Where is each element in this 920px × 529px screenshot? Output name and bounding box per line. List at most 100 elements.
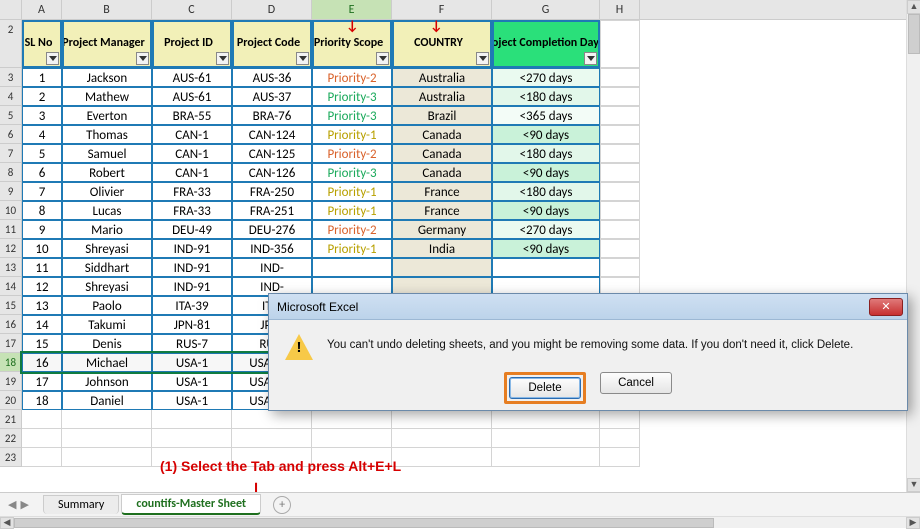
filter-icon[interactable] [216, 52, 229, 65]
scroll-down-icon[interactable]: ▼ [907, 478, 920, 492]
cell-manager[interactable]: Lucas [62, 201, 152, 220]
cell-manager[interactable]: Shreyasi [62, 277, 152, 296]
hdr-manager[interactable]: Project Manager [62, 20, 152, 68]
cell-empty[interactable] [392, 448, 492, 467]
row-header-18[interactable]: 18 [0, 353, 22, 372]
cell-pid[interactable]: USA-1 [152, 353, 232, 372]
scroll-right-icon[interactable]: ▶ [906, 517, 920, 529]
col-header-D[interactable]: D [232, 0, 312, 19]
cell-pid[interactable]: AUS-61 [152, 68, 232, 87]
cell-scope[interactable]: Priority-3 [312, 106, 392, 125]
hdr-days[interactable]: Project Completion Days [492, 20, 600, 68]
cell-pcode[interactable]: AUS-37 [232, 87, 312, 106]
filter-icon[interactable] [136, 52, 149, 65]
row-header-3[interactable]: 3 [0, 68, 22, 87]
cell-pid[interactable]: FRA-33 [152, 201, 232, 220]
cell-country[interactable]: India [392, 239, 492, 258]
cell-scope[interactable]: Priority-1 [312, 125, 392, 144]
col-header-G[interactable]: G [492, 0, 600, 19]
dialog-close-button[interactable]: ✕ [869, 298, 903, 316]
cell-pid[interactable]: FRA-33 [152, 182, 232, 201]
cell-sl[interactable]: 4 [22, 125, 62, 144]
tab-countifs-master[interactable]: countifs-Master Sheet [121, 494, 261, 515]
cell-sl[interactable]: 8 [22, 201, 62, 220]
cell-empty[interactable] [22, 448, 62, 467]
hdr-sl[interactable]: SL No [22, 20, 62, 68]
cell-country[interactable]: Canada [392, 144, 492, 163]
cell-empty[interactable] [600, 220, 640, 239]
row-header-10[interactable]: 10 [0, 201, 22, 220]
cell-pcode[interactable]: CAN-124 [232, 125, 312, 144]
cell-pcode[interactable]: IND- [232, 258, 312, 277]
row-header-20[interactable]: 20 [0, 391, 22, 410]
cell-scope[interactable]: Priority-1 [312, 239, 392, 258]
cell-scope[interactable]: Priority-3 [312, 163, 392, 182]
cell-sl[interactable]: 6 [22, 163, 62, 182]
vscroll-thumb[interactable] [908, 14, 920, 54]
cell-pcode[interactable]: IND-356 [232, 239, 312, 258]
row-header-12[interactable]: 12 [0, 239, 22, 258]
row-header-23[interactable]: 23 [0, 448, 22, 467]
row-header-6[interactable]: 6 [0, 125, 22, 144]
cell-country[interactable]: Brazil [392, 106, 492, 125]
cell-empty[interactable] [312, 429, 392, 448]
cell-manager[interactable]: Michael [62, 353, 152, 372]
row-header-8[interactable]: 8 [0, 163, 22, 182]
cell-empty[interactable] [600, 448, 640, 467]
tab-nav-prev-icon[interactable]: ◀ [8, 498, 16, 511]
cell-pcode[interactable]: CAN-125 [232, 144, 312, 163]
cell-pcode[interactable]: FRA-251 [232, 201, 312, 220]
cell-sl[interactable]: 2 [22, 87, 62, 106]
row-header-19[interactable]: 19 [0, 372, 22, 391]
cell-empty[interactable] [600, 258, 640, 277]
cell-empty[interactable] [152, 410, 232, 429]
cell-scope[interactable]: Priority-2 [312, 144, 392, 163]
cell-pid[interactable]: CAN-1 [152, 144, 232, 163]
cell-pid[interactable]: AUS-61 [152, 87, 232, 106]
cell-pcode[interactable]: AUS-36 [232, 68, 312, 87]
cell-days[interactable]: <365 days [492, 106, 600, 125]
cell-sl[interactable]: 14 [22, 315, 62, 334]
select-all-corner[interactable] [0, 0, 22, 19]
cell-manager[interactable]: Siddhart [62, 258, 152, 277]
dialog-titlebar[interactable]: Microsoft Excel ✕ [269, 294, 907, 320]
row-header-15[interactable]: 15 [0, 296, 22, 315]
cell-sl[interactable]: 7 [22, 182, 62, 201]
cell-manager[interactable]: Daniel [62, 391, 152, 410]
cell-sl[interactable]: 3 [22, 106, 62, 125]
cell-pid[interactable]: USA-1 [152, 372, 232, 391]
row-header-13[interactable]: 13 [0, 258, 22, 277]
cell-country[interactable] [392, 258, 492, 277]
cancel-button[interactable]: Cancel [600, 372, 672, 394]
cell-empty[interactable] [600, 201, 640, 220]
filter-icon[interactable] [376, 52, 389, 65]
row-header-4[interactable]: 4 [0, 87, 22, 106]
add-sheet-button[interactable]: + [273, 496, 291, 514]
cell-sl[interactable]: 5 [22, 144, 62, 163]
cell-days[interactable]: <90 days [492, 125, 600, 144]
cell-manager[interactable]: Johnson [62, 372, 152, 391]
scroll-left-icon[interactable]: ◀ [0, 517, 14, 529]
cell-scope[interactable]: Priority-1 [312, 182, 392, 201]
cell-empty[interactable] [492, 429, 600, 448]
row-header-14[interactable]: 14 [0, 277, 22, 296]
cell-sl[interactable]: 10 [22, 239, 62, 258]
cell-pid[interactable]: CAN-1 [152, 163, 232, 182]
row-header-2[interactable]: 2 [0, 20, 22, 68]
cell-empty[interactable] [62, 448, 152, 467]
cell-manager[interactable]: Robert [62, 163, 152, 182]
cell-empty[interactable] [600, 68, 640, 87]
delete-button[interactable]: Delete [509, 377, 581, 399]
row-header-7[interactable]: 7 [0, 144, 22, 163]
cell-pid[interactable]: USA-1 [152, 391, 232, 410]
cell-country[interactable]: France [392, 201, 492, 220]
cell-empty[interactable] [62, 410, 152, 429]
cell-manager[interactable]: Denis [62, 334, 152, 353]
cell-pid[interactable]: BRA-55 [152, 106, 232, 125]
cell-scope[interactable]: Priority-2 [312, 68, 392, 87]
cell-scope[interactable]: Priority-1 [312, 201, 392, 220]
cell-country[interactable]: Canada [392, 163, 492, 182]
cell-manager[interactable]: Everton [62, 106, 152, 125]
cell-country[interactable]: Germany [392, 220, 492, 239]
cell-days[interactable]: <180 days [492, 182, 600, 201]
